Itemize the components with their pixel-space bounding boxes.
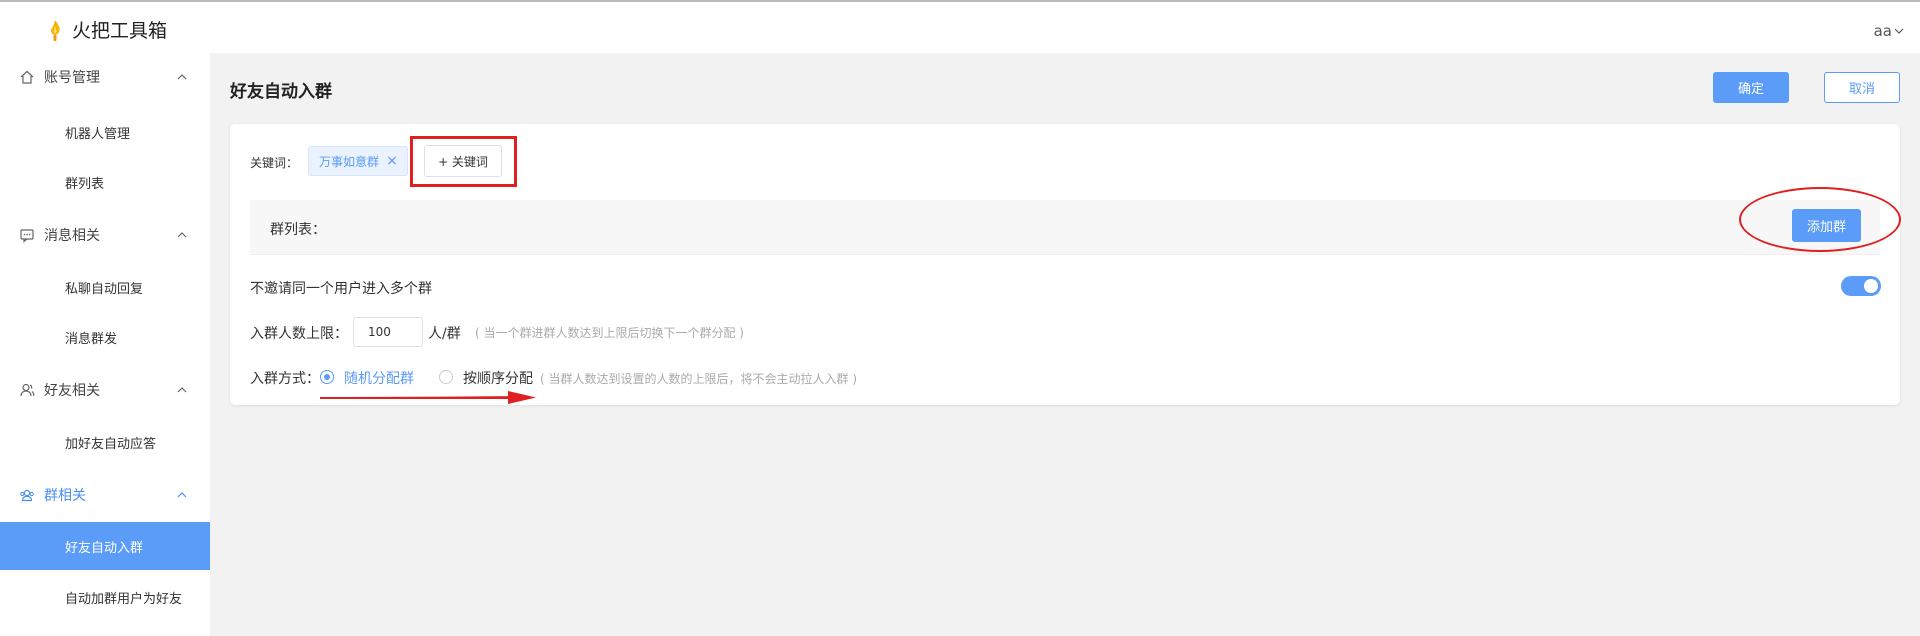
sidebar-item-robot-management[interactable]: 机器人管理 [0, 108, 210, 156]
no-multi-group-label: 不邀请同一个用户进入多个群 [250, 281, 432, 297]
page-title: 好友自动入群 [230, 82, 332, 102]
close-icon[interactable]: × [385, 154, 399, 168]
group-list-row: 群列表： [250, 200, 1880, 255]
add-keyword-button[interactable]: + 关键词 [424, 145, 502, 177]
home-icon [20, 70, 34, 84]
sidebar-item-friend-auto-accept[interactable]: 加好友自动应答 [0, 418, 210, 466]
sidebar-group-friend[interactable]: 好友相关 [0, 370, 210, 410]
sidebar-item-group-list[interactable]: 群列表 [0, 158, 210, 206]
mode-sequential-radio[interactable] [439, 370, 453, 384]
limit-hint: ( 当一个群进群人数达到上限后切换下一个群分配 ) [475, 326, 744, 340]
cancel-button[interactable]: 取消 [1824, 72, 1900, 103]
user-name: aa [1873, 22, 1892, 40]
limit-input[interactable] [353, 317, 423, 347]
keyword-tag: 万事如意群 × [308, 146, 408, 176]
sidebar-item-private-auto-reply[interactable]: 私聊自动回复 [0, 263, 210, 311]
sidebar-group-label: 好友相关 [44, 383, 100, 399]
annotation-arrow [320, 391, 536, 404]
confirm-button[interactable]: 确定 [1713, 72, 1789, 103]
app-title: 火把工具箱 [72, 20, 168, 42]
sidebar-item-auto-add-group-members[interactable]: 自动加群用户为好友 [0, 573, 210, 621]
toggle-knob [1864, 279, 1878, 293]
sidebar-item-label: 机器人管理 [65, 126, 131, 142]
mode-sequential-label[interactable]: 按顺序分配 [463, 368, 533, 388]
limit-unit: 人/群 [428, 326, 461, 342]
mode-random-label[interactable]: 随机分配群 [344, 368, 414, 388]
sidebar-item-label: 私聊自动回复 [65, 281, 144, 297]
annotation-ellipse [1739, 187, 1901, 252]
group-list-label: 群列表： [270, 222, 326, 238]
mode-random-radio[interactable] [320, 370, 334, 384]
sidebar-group-label: 群相关 [44, 488, 86, 504]
sidebar-item-label: 加好友自动应答 [65, 436, 157, 452]
sidebar-group-message[interactable]: 消息相关 [0, 215, 210, 255]
chevron-up-icon [177, 387, 187, 393]
sidebar: 账号管理 机器人管理 群列表 消息相关 私聊自动回复 消息群发 好友相关 加好友… [0, 53, 210, 636]
top-bar: 火把工具箱 aa [0, 0, 1920, 53]
keyword-label: 关键词： [250, 156, 299, 170]
sidebar-item-label: 群列表 [65, 176, 105, 192]
chevron-up-icon [177, 492, 187, 498]
group-icon [20, 489, 34, 502]
sidebar-item-friend-auto-join-group[interactable]: 好友自动入群 [0, 522, 210, 570]
sidebar-item-mass-message[interactable]: 消息群发 [0, 313, 210, 361]
chevron-down-icon [1894, 28, 1904, 34]
mode-label: 入群方式： [250, 371, 320, 387]
chevron-up-icon [177, 232, 187, 238]
sidebar-group-label: 账号管理 [44, 70, 100, 86]
settings-card: 关键词： 万事如意群 × + 关键词 群列表： 添加群 不邀请同一个用户进入多个… [230, 124, 1901, 405]
chevron-up-icon [177, 74, 187, 80]
no-multi-group-toggle[interactable] [1841, 276, 1881, 296]
sidebar-group-label: 消息相关 [44, 228, 100, 244]
keyword-tag-text: 万事如意群 [319, 154, 380, 169]
sidebar-item-label: 好友自动入群 [65, 540, 144, 556]
torch-icon [51, 19, 60, 41]
mode-hint: ( 当群人数达到设置的人数的上限后，将不会主动拉人入群 ) [540, 372, 857, 386]
message-icon [20, 229, 34, 243]
user-icon [20, 383, 35, 397]
sidebar-item-label: 消息群发 [65, 331, 118, 347]
user-menu[interactable]: aa [1874, 22, 1904, 40]
sidebar-group-group[interactable]: 群相关 [0, 475, 210, 515]
app-logo: 火把工具箱 [46, 16, 167, 43]
sidebar-item-label: 自动加群用户为好友 [65, 591, 183, 607]
sidebar-group-account[interactable]: 账号管理 [0, 57, 210, 97]
limit-label: 入群人数上限： [250, 326, 348, 342]
